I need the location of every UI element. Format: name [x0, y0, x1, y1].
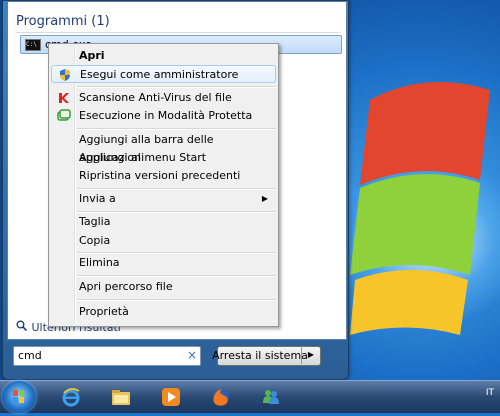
magnifier-icon: [16, 320, 28, 334]
menu-item-label: Aggiungi al menu Start: [79, 151, 207, 164]
section-header-programs: Programmi (1): [16, 14, 110, 29]
messenger-icon[interactable]: [252, 383, 290, 411]
menu-item-label: Elimina: [79, 256, 120, 269]
antivirus-icon: [57, 91, 71, 105]
menu-item-cut[interactable]: Taglia: [51, 213, 276, 231]
menu-item-antivirus-scan[interactable]: Scansione Anti-Virus del file: [51, 89, 276, 107]
start-orb-icon[interactable]: [2, 381, 36, 413]
shutdown-label: Arresta il sistema: [212, 349, 308, 362]
menu-item-delete[interactable]: Elimina: [51, 254, 276, 272]
menu-item-pin-to-taskbar[interactable]: Aggiungi alla barra delle applicazioni: [51, 131, 276, 164]
shutdown-options-arrow[interactable]: ▶: [301, 346, 320, 364]
menu-item-protected-mode[interactable]: Esecuzione in Modalità Protetta: [51, 107, 276, 125]
media-player-icon[interactable]: [152, 383, 190, 411]
sandbox-icon: [57, 109, 71, 123]
cmd-icon: C:\: [25, 39, 41, 51]
header-divider: [16, 32, 340, 33]
menu-item-copy[interactable]: Copia: [51, 232, 276, 250]
menu-separator: [77, 128, 276, 130]
menu-item-label: Proprietà: [79, 305, 129, 318]
menu-item-open[interactable]: Apri: [51, 47, 276, 65]
search-input[interactable]: [18, 348, 178, 363]
menu-separator: [77, 275, 276, 277]
input-language-indicator[interactable]: IT: [486, 388, 494, 398]
menu-item-label: Copia: [79, 234, 111, 247]
submenu-arrow-icon: ▶: [261, 194, 268, 203]
menu-item-label: Apri: [79, 49, 105, 62]
menu-item-label: Esegui come amministratore: [80, 68, 239, 81]
menu-item-restore-versions[interactable]: Ripristina versioni precedenti: [51, 167, 276, 185]
firefox-icon[interactable]: [202, 383, 240, 411]
windows-logo-wallpaper: [330, 60, 500, 340]
file-explorer-icon[interactable]: [102, 383, 140, 411]
uac-shield-icon: [58, 68, 72, 82]
menu-item-run-as-admin[interactable]: Esegui come amministratore: [51, 65, 276, 83]
menu-item-properties[interactable]: Proprietà: [51, 303, 276, 321]
search-box: ×: [13, 346, 201, 366]
menu-item-pin-to-start[interactable]: Aggiungi al menu Start: [51, 149, 276, 167]
internet-explorer-icon[interactable]: [52, 383, 90, 411]
menu-separator: [77, 86, 276, 88]
context-menu: Apri Esegui come amministratore Scansion…: [48, 43, 279, 327]
menu-item-label: Esecuzione in Modalità Protetta: [79, 109, 253, 122]
menu-item-open-file-location[interactable]: Apri percorso file: [51, 278, 276, 296]
menu-item-send-to[interactable]: Invia a ▶: [51, 190, 276, 208]
menu-item-label: Ripristina versioni precedenti: [79, 169, 241, 182]
clear-search-icon[interactable]: ×: [187, 348, 197, 362]
taskbar: IT: [0, 380, 500, 413]
menu-item-label: Scansione Anti-Virus del file: [79, 91, 232, 104]
menu-item-label: Taglia: [79, 215, 111, 228]
menu-separator: [77, 299, 276, 301]
menu-item-label: Apri percorso file: [79, 280, 173, 293]
menu-item-label: Invia a: [79, 192, 116, 205]
